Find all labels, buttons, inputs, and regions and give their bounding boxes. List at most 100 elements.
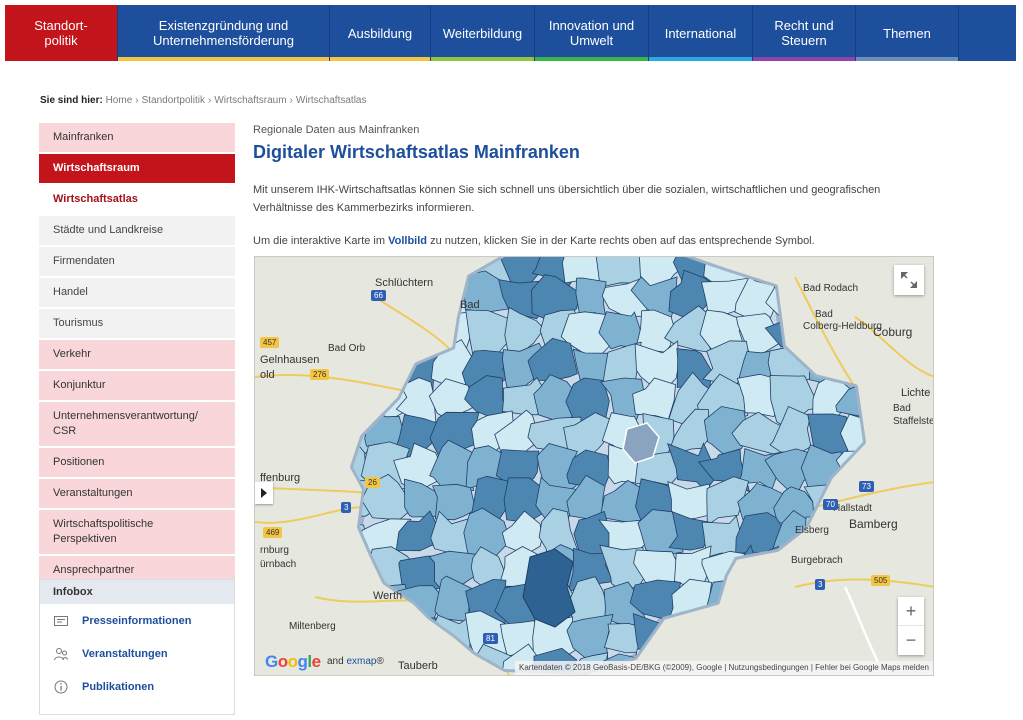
google-logo[interactable]: Google <box>265 652 321 672</box>
panel-toggle-button[interactable] <box>255 482 273 504</box>
nav-item-label: International <box>664 25 737 41</box>
breadcrumb-item[interactable]: Home <box>106 95 133 106</box>
municipality-region[interactable] <box>879 444 918 488</box>
municipality-region[interactable] <box>873 341 917 390</box>
sidebar-item-wirtschaftspolitische-perspektiven[interactable]: Wirtschaftspolitische Perspektiven <box>39 510 235 556</box>
sidebar-item-label: Handel <box>53 286 88 298</box>
breadcrumb-item[interactable]: Standortpolitik <box>142 95 205 106</box>
municipality-region[interactable] <box>332 583 378 629</box>
sidebar-item-verkehr[interactable]: Verkehr <box>39 340 235 371</box>
nav-item-existenzgründung-und-unternehmensförderung[interactable]: Existenzgründung und Unternehmensförderu… <box>118 5 330 61</box>
economic-atlas-map[interactable]: Schlüchtern Bad Bad Orb Gelnhausen old B… <box>254 256 934 676</box>
municipality-region[interactable] <box>844 610 886 664</box>
zoom-in-button[interactable]: + <box>898 597 924 626</box>
infobox-link-publications[interactable]: Publikationen <box>40 670 234 703</box>
nav-item-standort-politik[interactable]: Standort- politik <box>5 5 118 61</box>
municipality-region[interactable] <box>663 615 718 661</box>
map-place-label: Bad <box>893 403 911 414</box>
info-icon <box>54 680 68 693</box>
sidebar-item-label: Mainfranken <box>53 131 114 143</box>
road-shield: 505 <box>871 575 891 586</box>
map-place-label: rnburg <box>260 545 289 556</box>
map-place-label: Gelnhausen <box>260 354 320 366</box>
sidebar-item-label: Wirtschaftsatlas <box>53 193 138 205</box>
municipality-region[interactable] <box>835 338 890 383</box>
nav-item-label: Weiterbildung <box>442 25 523 41</box>
municipality-region[interactable] <box>872 548 918 595</box>
sidebar-item-konjunktur[interactable]: Konjunktur <box>39 371 235 402</box>
attribution-text: Kartendaten © 2018 GeoBasis-DE/BKG (©200… <box>519 663 723 672</box>
map-place-label: ürnbach <box>260 559 297 570</box>
sidebar-item-städte-und-landkreise[interactable]: Städte und Landkreise <box>39 216 235 247</box>
intro-text: Mit unserem IHK-Wirtschaftsatlas können … <box>253 184 881 214</box>
sidebar-item-mainfranken[interactable]: Mainfranken <box>39 123 235 154</box>
municipality-region[interactable] <box>362 341 410 383</box>
road-shield: 70 <box>823 499 838 510</box>
road-shield: 26 <box>365 477 380 488</box>
report-error-link[interactable]: Fehler bei Google Maps melden <box>815 663 929 672</box>
nav-item-weiterbildung[interactable]: Weiterbildung <box>431 5 535 61</box>
municipality-region[interactable] <box>806 257 852 286</box>
main-navigation: Standort- politik Existenzgründung und Un… <box>5 5 1016 61</box>
nav-item-label: Recht und Steuern <box>774 18 834 48</box>
page-kicker: Regionale Daten aus Mainfranken <box>253 124 420 136</box>
municipality-region[interactable] <box>803 618 844 667</box>
municipality-region[interactable] <box>336 616 381 662</box>
zoom-out-button[interactable]: − <box>898 626 924 655</box>
exmap-credit: and exmap® <box>327 656 384 667</box>
map-place-label: Elsberg <box>795 525 829 536</box>
breadcrumb-label: Sie sind hier: <box>40 95 103 106</box>
municipality-region[interactable] <box>803 579 849 629</box>
sidebar-item-wirtschaftsraum[interactable]: Wirtschaftsraum <box>39 154 235 185</box>
nav-item-ausbildung[interactable]: Ausbildung <box>330 5 431 61</box>
map-place-label: Tauberb <box>398 660 438 672</box>
sidebar-item-tourismus[interactable]: Tourismus <box>39 309 235 340</box>
map-place-label: Miltenberg <box>289 621 336 632</box>
sidebar-item-positionen[interactable]: Positionen <box>39 448 235 479</box>
nav-item-international[interactable]: International <box>649 5 753 61</box>
municipality-region[interactable] <box>740 582 783 630</box>
sidebar-item-label: Veranstaltungen <box>53 487 133 499</box>
sidebar-item-firmendaten[interactable]: Firmendaten <box>39 247 235 278</box>
exmap-suffix: ® <box>376 656 384 667</box>
nav-color-stripe <box>5 57 117 61</box>
chevron-right-icon <box>261 488 267 498</box>
nav-item-label: Existenzgründung und Unternehmensförderu… <box>153 18 294 48</box>
municipality-region[interactable] <box>702 621 751 659</box>
municipality-region[interactable] <box>772 612 819 658</box>
fullscreen-button[interactable] <box>894 265 924 295</box>
sidebar-item-veranstaltungen[interactable]: Veranstaltungen <box>39 479 235 510</box>
nav-item-recht-und-steuern[interactable]: Recht und Steuern <box>753 5 856 61</box>
breadcrumb-item[interactable]: Wirtschaftsraum <box>214 95 286 106</box>
municipality-region[interactable] <box>331 257 371 290</box>
municipality-region[interactable] <box>740 620 787 665</box>
breadcrumb-item[interactable]: Wirtschaftsatlas <box>296 95 367 106</box>
road-shield: 81 <box>483 633 498 644</box>
infobox-link-press[interactable]: Presseinformationen <box>40 604 234 637</box>
municipality-region[interactable] <box>396 311 446 349</box>
sidebar-item-wirtschaftsatlas[interactable]: Wirtschaftsatlas <box>39 185 235 216</box>
hint-text-start: Um die interaktive Karte im <box>253 235 389 247</box>
sidebar-item-label: Tourismus <box>53 317 104 329</box>
sidebar-item-unternehmensverantwortung-csr[interactable]: Unternehmensverantwortung/ CSR <box>39 402 235 448</box>
nav-color-stripe <box>649 57 752 61</box>
breadcrumb-separator: › <box>207 95 212 106</box>
sidebar-item-handel[interactable]: Handel <box>39 278 235 309</box>
map-place-label: Burgebrach <box>791 555 843 566</box>
municipality-region[interactable] <box>778 546 820 592</box>
terms-link[interactable]: Nutzungsbedingungen <box>729 663 809 672</box>
municipality-region[interactable] <box>397 617 441 658</box>
infobox-title: Infobox <box>40 580 234 604</box>
municipality-region[interactable] <box>329 548 376 599</box>
nav-item-label: Ausbildung <box>347 25 413 41</box>
nav-item-themen[interactable]: Themen <box>856 5 959 61</box>
road-shield: 3 <box>815 579 826 590</box>
road-shield: 66 <box>371 290 386 301</box>
municipality-region[interactable] <box>438 647 474 677</box>
infobox-link-label: Presseinformationen <box>82 614 192 627</box>
municipality-region[interactable] <box>771 582 822 626</box>
nav-item-innovation-und-umwelt[interactable]: Innovation und Umwelt <box>535 5 649 61</box>
nav-color-stripe <box>431 57 534 61</box>
infobox-link-events[interactable]: Veranstaltungen <box>40 637 234 670</box>
sidebar-item-label: Positionen <box>53 456 105 468</box>
